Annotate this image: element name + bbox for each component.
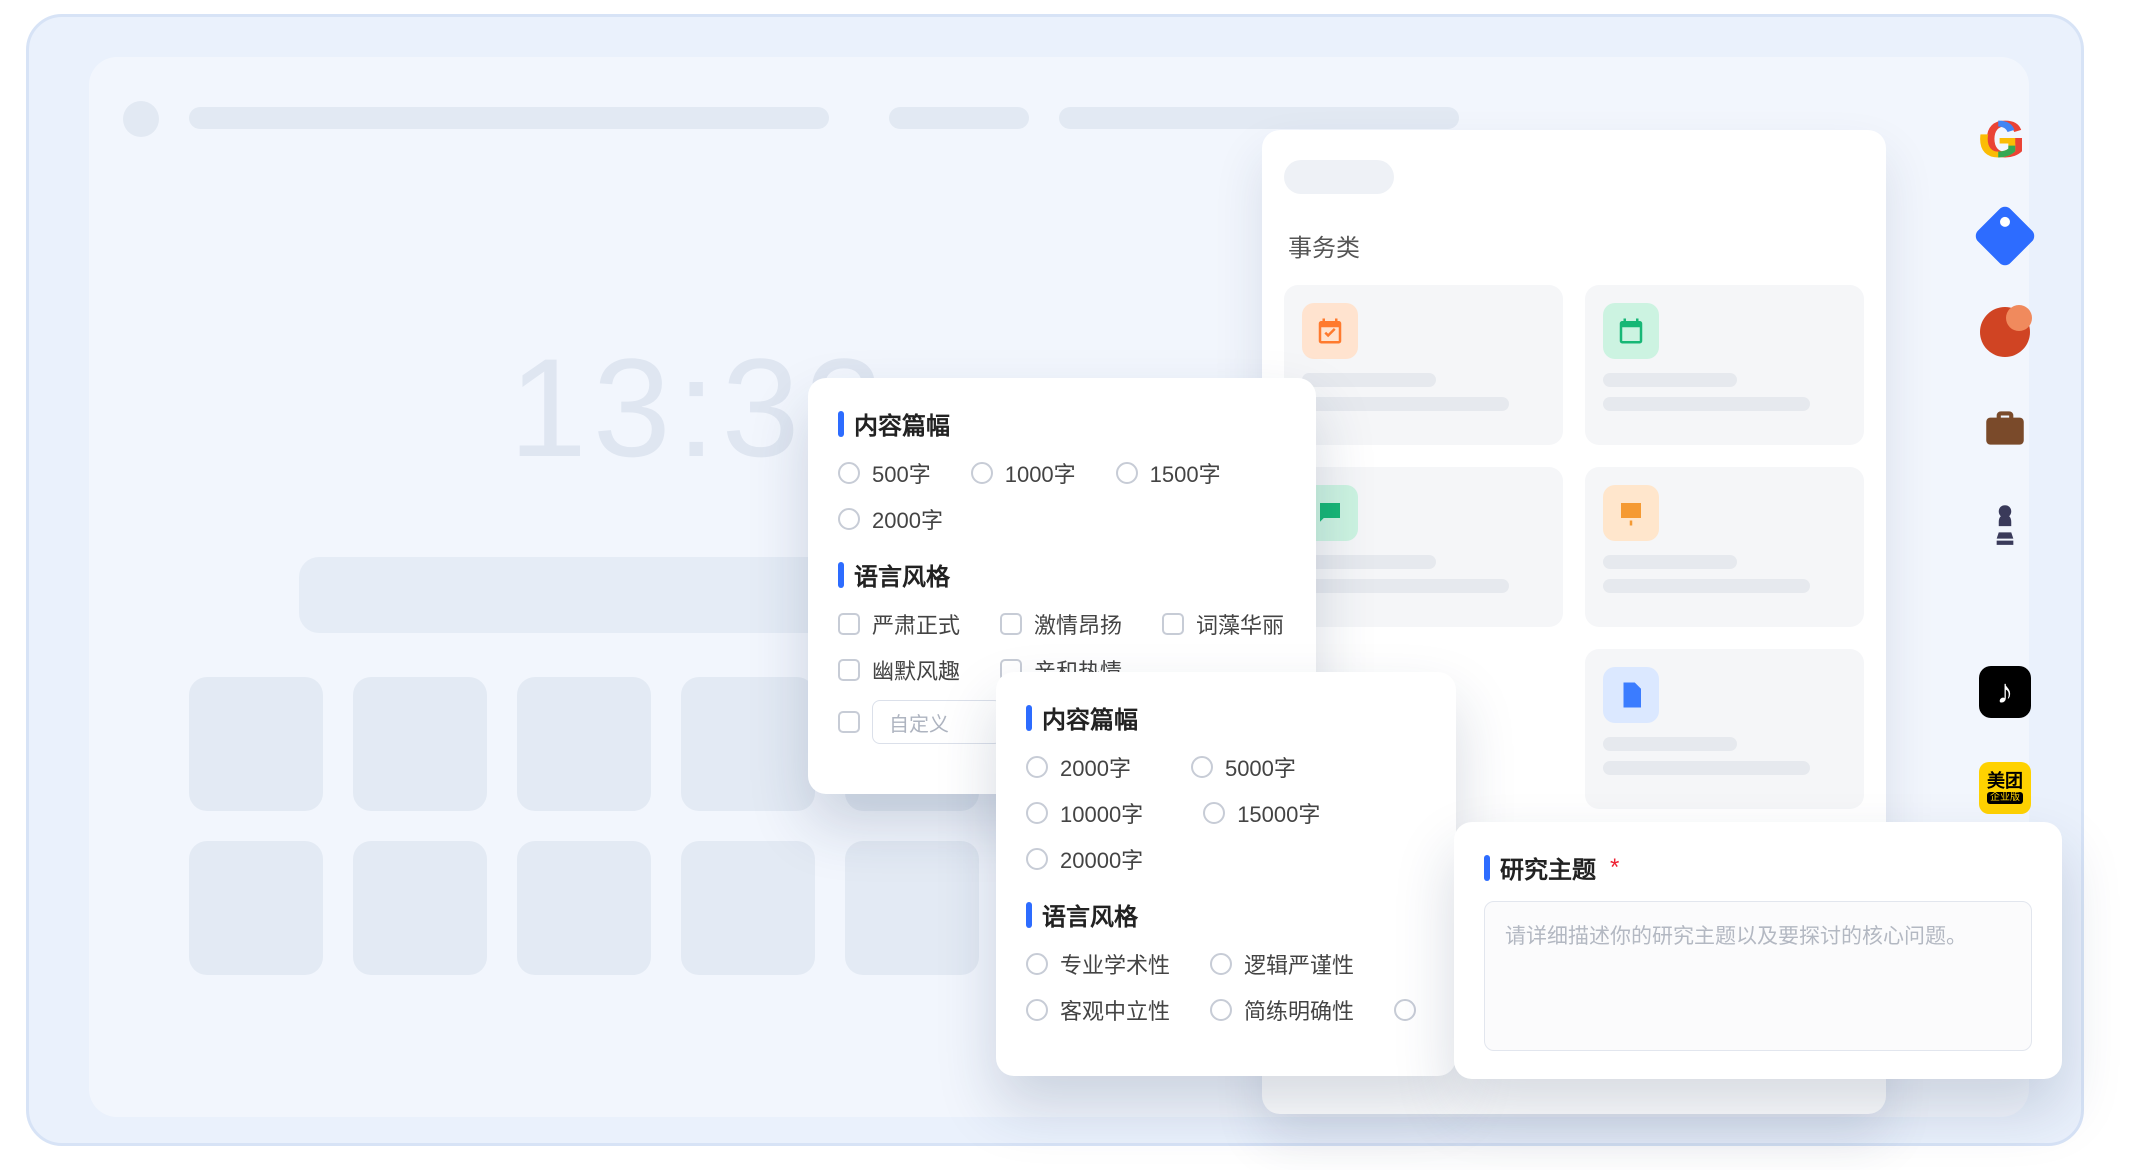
radio-icon — [1026, 848, 1048, 870]
radio-10000[interactable]: 10000字 — [1026, 797, 1143, 829]
options-panel-long-form: 内容篇幅 2000字 5000字 10000字 15000字 20000字 语言… — [996, 672, 1456, 1076]
tag-icon[interactable] — [1978, 209, 2032, 263]
radio-icon — [1026, 999, 1048, 1021]
radio-1000[interactable]: 1000字 — [971, 457, 1076, 489]
radio-5000[interactable]: 5000字 — [1191, 751, 1296, 783]
powerpoint-icon[interactable] — [1978, 305, 2032, 359]
calendar-icon — [1603, 303, 1659, 359]
section-language-style: 语言风格 — [1026, 897, 1426, 932]
section-label-text: 语言风格 — [854, 557, 950, 592]
task-card[interactable] — [1284, 285, 1563, 445]
document-icon — [1603, 667, 1659, 723]
radio-icon — [1210, 999, 1232, 1021]
check-humor[interactable]: 幽默风趣 — [838, 654, 960, 686]
checkbox-icon — [838, 711, 860, 733]
task-card[interactable] — [1284, 467, 1563, 627]
length-options: 2000字 5000字 10000字 15000字 20000字 — [1026, 751, 1426, 875]
google-icon[interactable]: GGGG — [1978, 113, 2032, 167]
radio-2000[interactable]: 2000字 — [838, 503, 943, 535]
radio-icon — [1116, 462, 1138, 484]
radio-500[interactable]: 500字 — [838, 457, 931, 489]
right-sidebar: GGGG ♪ 美团 企业版 — [1957, 113, 2053, 911]
check-formal[interactable]: 严肃正式 — [838, 608, 960, 640]
dashboard-pill-skeleton — [1284, 160, 1394, 194]
radio-icon — [1394, 999, 1416, 1021]
radio-15000[interactable]: 15000字 — [1203, 797, 1320, 829]
radio-icon — [1026, 953, 1048, 975]
calendar-check-icon — [1302, 303, 1358, 359]
check-passionate[interactable]: 激情昂扬 — [1000, 608, 1122, 640]
required-mark: * — [1610, 854, 1619, 882]
app-tile[interactable] — [189, 841, 323, 975]
check-ornate[interactable]: 词藻华丽 — [1162, 608, 1284, 640]
meituan-label: 美团 — [1987, 772, 2023, 790]
presentation-icon — [1603, 485, 1659, 541]
checkbox-icon — [1000, 613, 1022, 635]
section-label-text: 研究主题 — [1500, 850, 1596, 885]
dashboard-section-title: 事务类 — [1288, 228, 1860, 263]
radio-concise[interactable]: 简练明确性 — [1210, 994, 1354, 1026]
radio-icon — [838, 508, 860, 530]
research-topic-panel: 研究主题 * 请详细描述你的研究主题以及要探讨的核心问题。 — [1454, 822, 2062, 1079]
app-tile[interactable] — [845, 841, 979, 975]
briefcase-icon[interactable] — [1978, 401, 2032, 455]
radio-icon — [1191, 756, 1213, 778]
task-card[interactable] — [1585, 285, 1864, 445]
radio-icon — [1203, 802, 1225, 824]
tiktok-icon[interactable]: ♪ — [1978, 665, 2032, 719]
checkbox-icon — [838, 613, 860, 635]
radio-icon — [1026, 756, 1048, 778]
app-tile[interactable] — [353, 677, 487, 811]
checkbox-icon — [838, 659, 860, 681]
length-options: 500字 1000字 1500字 2000字 — [838, 457, 1286, 535]
app-tile[interactable] — [681, 677, 815, 811]
radio-icon — [1210, 953, 1232, 975]
section-research-topic: 研究主题 * — [1484, 850, 2032, 885]
chess-icon[interactable] — [1978, 497, 2032, 551]
task-card[interactable] — [1585, 649, 1864, 809]
radio-logical[interactable]: 逻辑严谨性 — [1210, 948, 1354, 980]
task-card[interactable] — [1585, 467, 1864, 627]
placeholder-text: 请详细描述你的研究主题以及要探讨的核心问题。 — [1505, 925, 1967, 948]
section-content-length: 内容篇幅 — [838, 406, 1286, 441]
addressbar-skeleton — [189, 107, 829, 129]
radio-1500[interactable]: 1500字 — [1116, 457, 1221, 489]
section-label-text: 内容篇幅 — [1042, 700, 1138, 735]
app-tile[interactable] — [189, 677, 323, 811]
section-label-text: 语言风格 — [1042, 897, 1138, 932]
app-tile[interactable] — [517, 841, 651, 975]
toolbar-skeleton — [1059, 107, 1459, 129]
checkbox-icon — [1162, 613, 1184, 635]
meituan-sublabel: 企业版 — [1987, 792, 2023, 804]
radio-icon — [1026, 802, 1048, 824]
section-language-style: 语言风格 — [838, 557, 1286, 592]
radio-academic[interactable]: 专业学术性 — [1026, 948, 1170, 980]
custom-style-input[interactable]: 自定义 — [872, 700, 1002, 744]
tab-skeleton — [889, 107, 1029, 129]
app-tile[interactable] — [517, 677, 651, 811]
radio-extra[interactable] — [1394, 994, 1416, 1026]
section-content-length: 内容篇幅 — [1026, 700, 1426, 735]
radio-objective[interactable]: 客观中立性 — [1026, 994, 1170, 1026]
radio-icon — [838, 462, 860, 484]
radio-icon — [971, 462, 993, 484]
research-topic-textarea[interactable]: 请详细描述你的研究主题以及要探讨的核心问题。 — [1484, 901, 2032, 1051]
app-tile[interactable] — [681, 841, 815, 975]
meituan-icon[interactable]: 美团 企业版 — [1978, 761, 2032, 815]
radio-2000[interactable]: 2000字 — [1026, 751, 1131, 783]
style-options: 专业学术性 逻辑严谨性 客观中立性 简练明确性 — [1026, 948, 1426, 1026]
check-custom[interactable]: 自定义 — [838, 700, 1002, 744]
section-label-text: 内容篇幅 — [854, 406, 950, 441]
radio-20000[interactable]: 20000字 — [1026, 843, 1143, 875]
app-tile[interactable] — [353, 841, 487, 975]
window-dot — [123, 101, 159, 137]
